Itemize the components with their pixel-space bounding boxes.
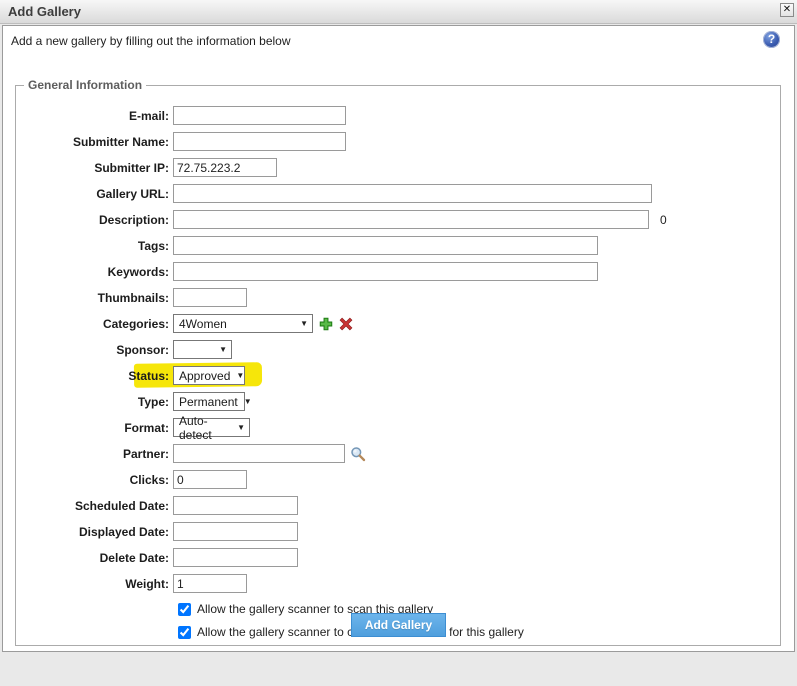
status-select[interactable]: Approved ▼ <box>173 366 245 385</box>
field-row-categories: Categories: 4Women ▼ <box>18 314 772 333</box>
field-row-status: Status: Approved ▼ <box>18 366 772 385</box>
add-gallery-button[interactable]: Add Gallery <box>351 613 446 637</box>
gallery-url-label: Gallery URL: <box>18 187 173 201</box>
partner-label: Partner: <box>18 447 173 461</box>
scheduled-date-label: Scheduled Date: <box>18 499 173 513</box>
field-row-description: Description: 0 <box>18 210 772 229</box>
scheduled-date-field[interactable] <box>173 496 298 515</box>
type-selected-value: Permanent <box>179 395 238 409</box>
categories-select[interactable]: 4Women ▼ <box>173 314 313 333</box>
submit-row: Add Gallery <box>3 613 794 637</box>
keywords-label: Keywords: <box>18 265 173 279</box>
field-row-delete-date: Delete Date: <box>18 548 772 567</box>
submitter-name-label: Submitter Name: <box>18 135 173 149</box>
description-label: Description: <box>18 213 173 227</box>
field-row-gallery-url: Gallery URL: <box>18 184 772 203</box>
chevron-down-icon: ▼ <box>300 319 308 328</box>
status-label: Status: <box>18 369 173 383</box>
field-row-weight: Weight: <box>18 574 772 593</box>
intro-bar: Add a new gallery by filling out the inf… <box>3 26 794 52</box>
type-select[interactable]: Permanent ▼ <box>173 392 245 411</box>
submitter-name-field[interactable] <box>173 132 346 151</box>
general-information-section: General Information E-mail: Submitter Na… <box>15 78 781 646</box>
tags-field[interactable] <box>173 236 598 255</box>
submitter-ip-label: Submitter IP: <box>18 161 173 175</box>
partner-field[interactable] <box>173 444 345 463</box>
description-field[interactable] <box>173 210 649 229</box>
sponsor-select[interactable]: ▼ <box>173 340 232 359</box>
remove-category-icon[interactable] <box>339 317 353 331</box>
delete-date-field[interactable] <box>173 548 298 567</box>
field-row-tags: Tags: <box>18 236 772 255</box>
email-field[interactable] <box>173 106 346 125</box>
categories-label: Categories: <box>18 317 173 331</box>
field-row-sponsor: Sponsor: ▼ <box>18 340 772 359</box>
tags-label: Tags: <box>18 239 173 253</box>
format-label: Format: <box>18 421 173 435</box>
field-row-submitter-ip: Submitter IP: <box>18 158 772 177</box>
format-select[interactable]: Auto-detect ▼ <box>173 418 250 437</box>
field-row-email: E-mail: <box>18 106 772 125</box>
field-row-submitter-name: Submitter Name: <box>18 132 772 151</box>
weight-label: Weight: <box>18 577 173 591</box>
displayed-date-label: Displayed Date: <box>18 525 173 539</box>
dialog-panel: Add a new gallery by filling out the inf… <box>2 25 795 652</box>
keywords-field[interactable] <box>173 262 598 281</box>
field-row-displayed-date: Displayed Date: <box>18 522 772 541</box>
field-row-format: Format: Auto-detect ▼ <box>18 418 772 437</box>
sponsor-label: Sponsor: <box>18 343 173 357</box>
field-row-thumbnails: Thumbnails: <box>18 288 772 307</box>
window-title: Add Gallery <box>8 4 81 19</box>
window-titlebar: Add Gallery ✕ <box>0 0 797 24</box>
chevron-down-icon: ▼ <box>219 345 227 354</box>
status-selected-value: Approved <box>179 369 230 383</box>
field-row-scheduled-date: Scheduled Date: <box>18 496 772 515</box>
clicks-field[interactable] <box>173 470 247 489</box>
description-char-count: 0 <box>660 213 667 227</box>
format-selected-value: Auto-detect <box>179 414 231 442</box>
thumbnails-label: Thumbnails: <box>18 291 173 305</box>
chevron-down-icon: ▼ <box>244 397 252 406</box>
type-label: Type: <box>18 395 173 409</box>
chevron-down-icon: ▼ <box>237 423 245 432</box>
thumbnails-field[interactable] <box>173 288 247 307</box>
section-legend: General Information <box>24 78 146 92</box>
intro-text: Add a new gallery by filling out the inf… <box>11 34 291 48</box>
submitter-ip-field[interactable] <box>173 158 277 177</box>
chevron-down-icon: ▼ <box>236 371 244 380</box>
field-row-type: Type: Permanent ▼ <box>18 392 772 411</box>
field-row-partner: Partner: <box>18 444 772 463</box>
close-icon[interactable]: ✕ <box>780 3 794 17</box>
field-row-clicks: Clicks: <box>18 470 772 489</box>
search-icon[interactable] <box>350 446 366 462</box>
displayed-date-field[interactable] <box>173 522 298 541</box>
help-icon[interactable]: ? <box>763 31 780 48</box>
categories-selected-value: 4Women <box>179 317 227 331</box>
email-label: E-mail: <box>18 109 173 123</box>
weight-field[interactable] <box>173 574 247 593</box>
clicks-label: Clicks: <box>18 473 173 487</box>
gallery-url-field[interactable] <box>173 184 652 203</box>
add-category-icon[interactable] <box>319 317 333 331</box>
field-row-keywords: Keywords: <box>18 262 772 281</box>
delete-date-label: Delete Date: <box>18 551 173 565</box>
